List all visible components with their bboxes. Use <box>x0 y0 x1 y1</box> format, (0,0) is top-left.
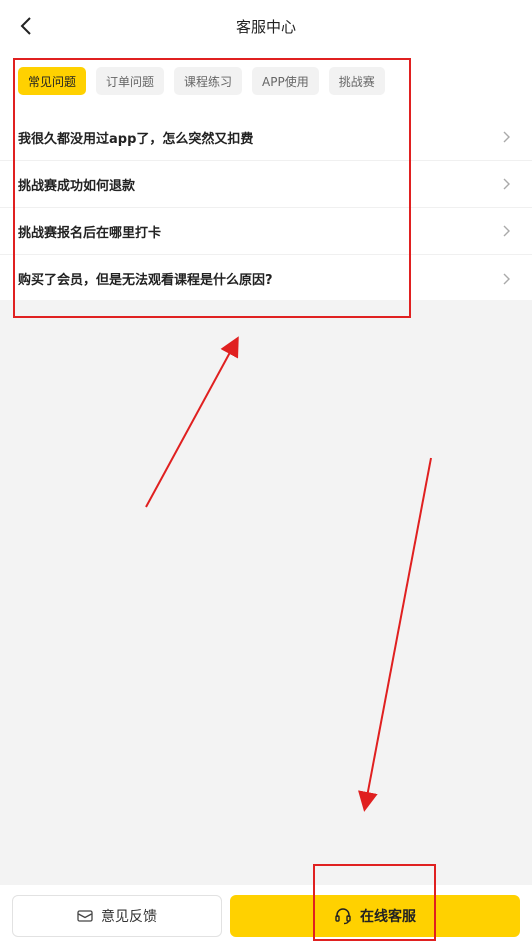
headset-icon <box>335 908 351 925</box>
faq-item[interactable]: 我很久都没用过app了，怎么突然又扣费 <box>0 114 532 161</box>
online-service-label: 在线客服 <box>360 909 416 925</box>
chevron-right-icon <box>503 273 510 284</box>
faq-item-text: 我很久都没用过app了，怎么突然又扣费 <box>18 131 254 147</box>
faq-item[interactable]: 挑战赛成功如何退款 <box>0 161 532 208</box>
chevron-right-icon <box>503 225 510 237</box>
tab-challenge[interactable]: 挑战赛 <box>328 67 385 95</box>
page-title: 客服中心 <box>235 17 296 36</box>
faq-panel: 常见问题 订单问题 课程练习 APP使用 挑战赛 我很久都没用过app了，怎么突… <box>0 52 532 300</box>
faq-item-text: 挑战赛报名后在哪里打卡 <box>18 225 162 241</box>
header-bar: 客服中心 <box>0 0 532 52</box>
category-tabs: 常见问题 订单问题 课程练习 APP使用 挑战赛 <box>18 67 385 97</box>
faq-item-text: 挑战赛成功如何退款 <box>18 178 136 194</box>
faq-item-text: 购买了会员，但是无法观看课程是什么原因? <box>18 273 273 288</box>
bottom-action-bar: 意见反馈 在线客服 <box>0 885 532 945</box>
chevron-left-icon <box>20 17 31 35</box>
feedback-label: 意见反馈 <box>101 909 157 925</box>
tab-common-questions[interactable]: 常见问题 <box>18 67 87 95</box>
back-button[interactable] <box>14 12 38 40</box>
faq-item[interactable]: 挑战赛报名后在哪里打卡 <box>0 208 532 255</box>
tab-order-questions[interactable]: 订单问题 <box>96 67 165 95</box>
annotation-arrow-up <box>145 336 239 508</box>
feedback-button[interactable]: 意见反馈 <box>12 895 222 937</box>
online-service-button[interactable]: 在线客服 <box>230 895 520 937</box>
annotation-arrow-down <box>358 457 432 812</box>
mail-icon <box>77 910 93 922</box>
chevron-right-icon <box>503 178 510 190</box>
chevron-right-icon <box>503 131 510 143</box>
faq-item[interactable]: 购买了会员，但是无法观看课程是什么原因? <box>0 255 532 302</box>
tab-course-practice[interactable]: 课程练习 <box>174 67 243 95</box>
faq-list: 我很久都没用过app了，怎么突然又扣费 挑战赛成功如何退款 挑战赛报名后在哪里打… <box>0 114 532 302</box>
tab-app-usage[interactable]: APP使用 <box>252 67 319 95</box>
